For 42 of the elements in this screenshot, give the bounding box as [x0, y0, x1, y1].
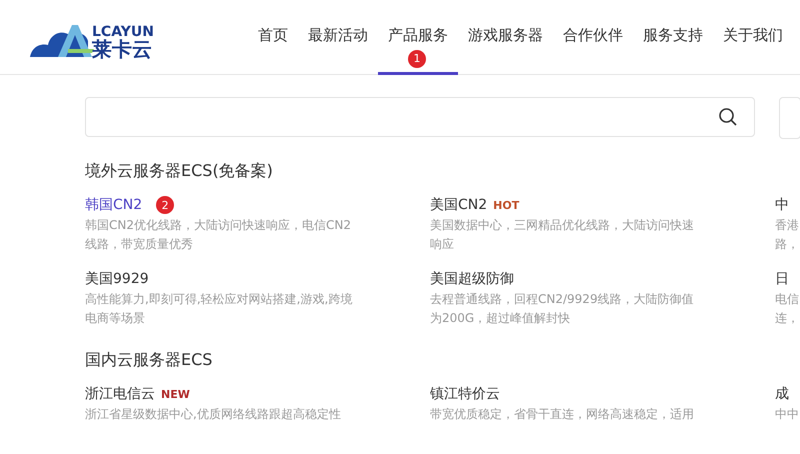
section-title: 国内云服务器ECS: [85, 350, 214, 371]
nav-link[interactable]: 服务支持: [633, 0, 713, 74]
search-icon[interactable]: [718, 107, 738, 127]
product-description: 高性能算力,即刻可得,轻松应对网站搭建,游戏,跨境: [85, 291, 354, 308]
product-description: 韩国CN2优化线路，大陆访问快速响应，电信CN2: [85, 217, 352, 234]
product-description: 为200G，超过峰值解封快: [430, 310, 572, 327]
product-description: 路，: [775, 236, 800, 253]
product-tag: HOT: [493, 198, 520, 212]
product-link[interactable]: 镇江特价云: [430, 385, 500, 403]
product-link[interactable]: 日: [775, 270, 789, 288]
section-title: 境外云服务器ECS(免备案): [85, 161, 274, 182]
nav-link[interactable]: 最新活动: [298, 0, 378, 74]
nav-link[interactable]: 游戏服务器: [458, 0, 553, 74]
nav-link[interactable]: 产品服务 1: [378, 0, 458, 74]
product-description: 香港: [775, 217, 800, 234]
product-description: 美国数据中心，三网精品优化线路，大陆访问快速: [430, 217, 695, 234]
logo-wordmark: LCAYUN: [92, 25, 154, 39]
number-badge: 2: [156, 196, 174, 214]
product-description: 电商等场景: [85, 310, 146, 327]
number-badge: 1: [408, 50, 426, 68]
product-link[interactable]: 浙江电信云: [85, 385, 155, 403]
nav-link[interactable]: 合作伙伴: [553, 0, 633, 74]
product-description: 连，: [775, 310, 800, 327]
product-link[interactable]: 韩国CN2: [85, 196, 142, 214]
logo-name: 莱卡云: [92, 39, 153, 59]
product-description: 响应: [430, 236, 455, 253]
product-link[interactable]: 美国CN2: [430, 196, 488, 214]
product-link[interactable]: 美国9929: [85, 270, 149, 288]
panel-edge: [779, 97, 800, 139]
product-description: 去程普通线路，回程CN2/9929线路，大陆防御值: [430, 291, 695, 308]
nav-link[interactable]: 首页: [248, 0, 298, 74]
product-description: 浙江省星级数据中心,优质网络线路跟超高稳定性: [85, 406, 342, 423]
product-link[interactable]: 中: [775, 196, 789, 214]
product-tag: NEW: [161, 388, 190, 400]
product-link[interactable]: 美国超级防御: [430, 270, 514, 288]
product-description: 带宽优质稳定，省骨干直连，网络高速稳定，适用: [430, 406, 695, 423]
search-field[interactable]: [85, 97, 755, 137]
product-description: 电信: [775, 291, 800, 308]
nav-link[interactable]: 关于我们: [713, 0, 793, 74]
product-description: 线路，带宽质量优秀: [85, 236, 194, 253]
product-link[interactable]: 成: [775, 385, 789, 403]
product-description: 中中: [775, 406, 800, 423]
